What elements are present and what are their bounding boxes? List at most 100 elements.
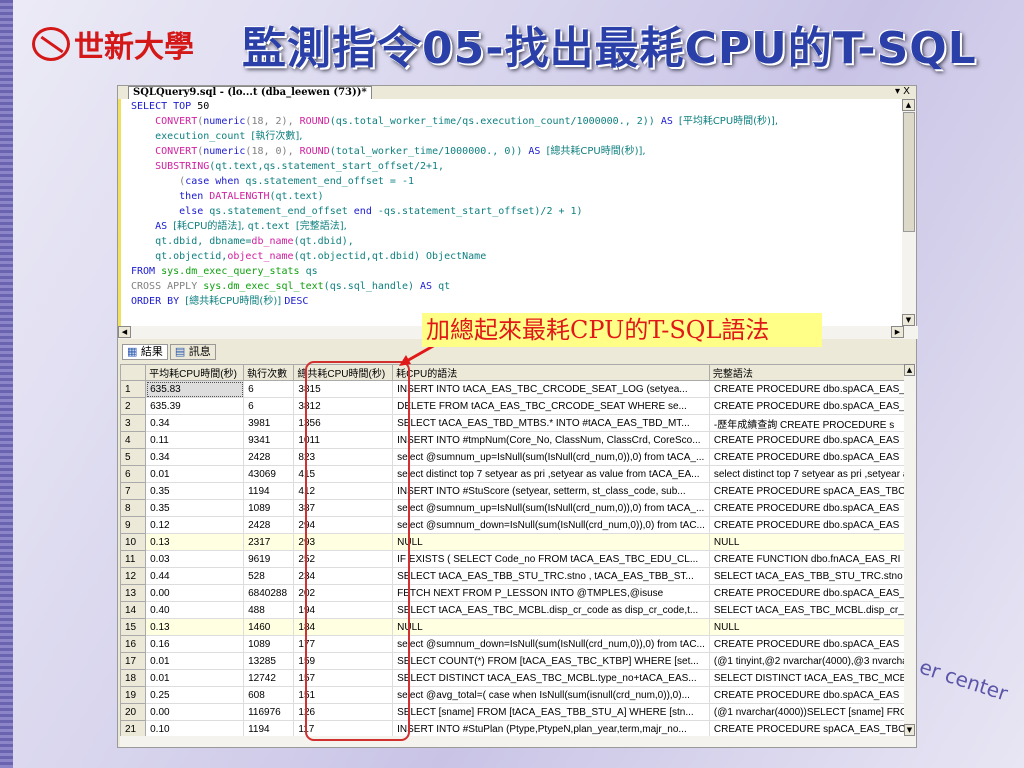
- table-cell[interactable]: 635.39: [145, 397, 245, 415]
- table-cell[interactable]: FETCH NEXT FROM P_LESSON INTO @TMPLES,@i…: [392, 584, 710, 602]
- table-cell[interactable]: (@1 nvarchar(4000))SELECT [sname] FRO: [708, 703, 916, 721]
- table-cell[interactable]: 2428: [243, 448, 295, 466]
- scroll-up-icon[interactable]: ▲: [902, 99, 915, 111]
- table-row[interactable]: 11 0.03 9619 252 IF EXISTS ( SELECT Code_no …: [120, 550, 916, 568]
- table-row[interactable]: 7 0.35 1194 412 INSERT INTO #StuScore (setye…: [120, 482, 916, 500]
- table-cell[interactable]: CREATE PROCEDURE dbo.spACA_EAS: [708, 499, 916, 517]
- table-cell[interactable]: 0.01: [145, 669, 245, 687]
- table-cell[interactable]: 116976: [243, 703, 295, 721]
- row-number[interactable]: 6: [120, 465, 147, 483]
- table-row[interactable]: 2 635.39 6 3812 DELETE FROM tACA_EAS_TBC_CRC…: [120, 397, 916, 415]
- table-row[interactable]: 1 635.83 6 3815 INSERT INTO tACA_EAS_TBC_CRC…: [120, 380, 916, 398]
- table-row[interactable]: 5 0.34 2428 823 select @sumnum_up=IsNull(sum…: [120, 448, 916, 466]
- scroll-thumb[interactable]: [903, 112, 915, 232]
- table-cell[interactable]: 0.01: [145, 652, 245, 670]
- table-cell[interactable]: CREATE PROCEDURE dbo.spACA_EAS_: [708, 584, 916, 602]
- table-cell[interactable]: CREATE PROCEDURE dbo.spACA_EAS: [708, 448, 916, 466]
- table-cell[interactable]: select distinct top 7 setyear as pri ,se…: [708, 465, 916, 483]
- row-number[interactable]: 14: [120, 601, 147, 619]
- table-cell[interactable]: 1194: [243, 720, 295, 736]
- row-number[interactable]: 2: [120, 397, 147, 415]
- table-cell[interactable]: 6: [243, 380, 295, 398]
- table-row[interactable]: 19 0.25 608 151 select @avg_total=( case whe…: [120, 686, 916, 704]
- table-cell[interactable]: IF EXISTS ( SELECT Code_no FROM tACA_EAS…: [392, 550, 710, 568]
- tab-messages[interactable]: ▤ 訊息: [169, 344, 216, 360]
- row-number[interactable]: 1: [120, 380, 147, 398]
- row-number[interactable]: 18: [120, 669, 147, 687]
- table-cell[interactable]: NULL: [708, 533, 916, 551]
- table-cell[interactable]: 0.03: [145, 550, 245, 568]
- table-cell[interactable]: 0.16: [145, 635, 245, 653]
- table-cell[interactable]: 0.34: [145, 448, 245, 466]
- table-cell[interactable]: select @sumnum_up=IsNull(sum(IsNull(crd_…: [392, 448, 710, 466]
- table-row[interactable]: 21 0.10 1194 117 INSERT INTO #StuPlan (Ptype…: [120, 720, 916, 736]
- table-row[interactable]: 17 0.01 13285 159 SELECT COUNT(*) FROM [tACA…: [120, 652, 916, 670]
- table-cell[interactable]: 43069: [243, 465, 295, 483]
- row-number[interactable]: 5: [120, 448, 147, 466]
- table-cell[interactable]: 635.83: [145, 380, 245, 398]
- table-row[interactable]: 16 0.16 1089 177 select @sumnum_down=IsNull(…: [120, 635, 916, 653]
- table-cell[interactable]: 0.34: [145, 414, 245, 432]
- table-row[interactable]: 15 0.13 1460 184 NULL NULL: [120, 618, 916, 636]
- table-cell[interactable]: INSERT INTO #StuPlan (Ptype,PtypeN,plan_…: [392, 720, 710, 736]
- table-cell[interactable]: 0.13: [145, 618, 245, 636]
- table-cell[interactable]: select @avg_total=( case when IsNull(sum…: [392, 686, 710, 704]
- table-row[interactable]: 20 0.00 116976 126 SELECT [sname] FROM [tACA…: [120, 703, 916, 721]
- table-cell[interactable]: SELECT COUNT(*) FROM [tACA_EAS_TBC_KTBP]…: [392, 652, 710, 670]
- table-cell[interactable]: SELECT tACA_EAS_TBC_MCBL.disp_cr_c: [708, 601, 916, 619]
- table-row[interactable]: 18 0.01 12742 157 SELECT DISTINCT tACA_EAS_T…: [120, 669, 916, 687]
- table-cell[interactable]: DELETE FROM tACA_EAS_TBC_CRCODE_SEAT WHE…: [392, 397, 710, 415]
- table-cell[interactable]: 0.25: [145, 686, 245, 704]
- table-cell[interactable]: 2317: [243, 533, 295, 551]
- table-cell[interactable]: SELECT [sname] FROM [tACA_EAS_TBB_STU_A]…: [392, 703, 710, 721]
- row-number[interactable]: 11: [120, 550, 147, 568]
- table-cell[interactable]: 0.10: [145, 720, 245, 736]
- table-cell[interactable]: 1089: [243, 499, 295, 517]
- table-row[interactable]: 9 0.12 2428 294 select @sumnum_down=IsNull(s…: [120, 516, 916, 534]
- grid-vertical-scrollbar[interactable]: ▲ ▼: [904, 364, 916, 736]
- tab-results[interactable]: ▦ 結果: [122, 344, 168, 360]
- table-cell[interactable]: 3981: [243, 414, 295, 432]
- table-cell[interactable]: SELECT tACA_EAS_TBD_MTBS.* INTO #tACA_EA…: [392, 414, 710, 432]
- grid-horizontal-scrollbar[interactable]: [120, 736, 916, 747]
- row-number[interactable]: 16: [120, 635, 147, 653]
- table-cell[interactable]: SELECT tACA_EAS_TBB_STU_TRC.stno: [708, 567, 916, 585]
- table-cell[interactable]: 0.40: [145, 601, 245, 619]
- table-cell[interactable]: SELECT tACA_EAS_TBC_MCBL.disp_cr_code as…: [392, 601, 710, 619]
- table-cell[interactable]: -歷年成績查詢 CREATE PROCEDURE s: [708, 414, 916, 432]
- table-cell[interactable]: 0.35: [145, 499, 245, 517]
- table-row[interactable]: 14 0.40 488 194 SELECT tACA_EAS_TBC_MCBL.dis…: [120, 601, 916, 619]
- table-cell[interactable]: INSERT INTO #StuScore (setyear, setterm,…: [392, 482, 710, 500]
- table-cell[interactable]: 12742: [243, 669, 295, 687]
- row-number[interactable]: 7: [120, 482, 147, 500]
- table-cell[interactable]: CREATE PROCEDURE dbo.spACA_EAS: [708, 516, 916, 534]
- query-doc-tab[interactable]: SQLQuery9.sql - (lo...t (dba_leewen (73)…: [128, 86, 372, 99]
- row-number[interactable]: 4: [120, 431, 147, 449]
- table-cell[interactable]: CREATE PROCEDURE dbo.spACA_EAS_: [708, 397, 916, 415]
- table-cell[interactable]: CREATE FUNCTION dbo.fnACA_EAS_RI: [708, 550, 916, 568]
- table-cell[interactable]: 488: [243, 601, 295, 619]
- table-cell[interactable]: 6840288: [243, 584, 295, 602]
- table-cell[interactable]: CREATE PROCEDURE dbo.spACA_EAS: [708, 431, 916, 449]
- row-number[interactable]: 21: [120, 720, 147, 736]
- row-number[interactable]: 9: [120, 516, 147, 534]
- table-cell[interactable]: select @sumnum_down=IsNull(sum(IsNull(cr…: [392, 635, 710, 653]
- table-cell[interactable]: 0.35: [145, 482, 245, 500]
- table-cell[interactable]: 608: [243, 686, 295, 704]
- table-cell[interactable]: 528: [243, 567, 295, 585]
- table-cell[interactable]: INSERT INTO #tmpNum(Core_No, ClassNum, C…: [392, 431, 710, 449]
- table-cell[interactable]: NULL: [392, 618, 710, 636]
- table-cell[interactable]: CREATE PROCEDURE spACA_EAS_TBC_: [708, 720, 916, 736]
- table-cell[interactable]: SELECT DISTINCT tACA_EAS_TBC_MCB: [708, 669, 916, 687]
- table-cell[interactable]: 9619: [243, 550, 295, 568]
- table-cell[interactable]: 1194: [243, 482, 295, 500]
- table-row[interactable]: 4 0.11 9341 1011 INSERT INTO #tmpNum(Core_No…: [120, 431, 916, 449]
- editor-vertical-scrollbar[interactable]: ▲ ▼: [902, 99, 916, 326]
- table-row[interactable]: 8 0.35 1089 387 select @sumnum_up=IsNull(sum…: [120, 499, 916, 517]
- table-cell[interactable]: CREATE PROCEDURE dbo.spACA_EAS: [708, 686, 916, 704]
- results-grid[interactable]: 平均耗CPU時間(秒) 執行次數 總共耗CPU時間(秒) 耗CPU的語法 完整語法 1 63…: [120, 364, 916, 736]
- row-number[interactable]: 17: [120, 652, 147, 670]
- table-cell[interactable]: select @sumnum_up=IsNull(sum(IsNull(crd_…: [392, 499, 710, 517]
- table-row[interactable]: 13 0.00 6840288 202 FETCH NEXT FROM P_LESSON…: [120, 584, 916, 602]
- table-cell[interactable]: 0.44: [145, 567, 245, 585]
